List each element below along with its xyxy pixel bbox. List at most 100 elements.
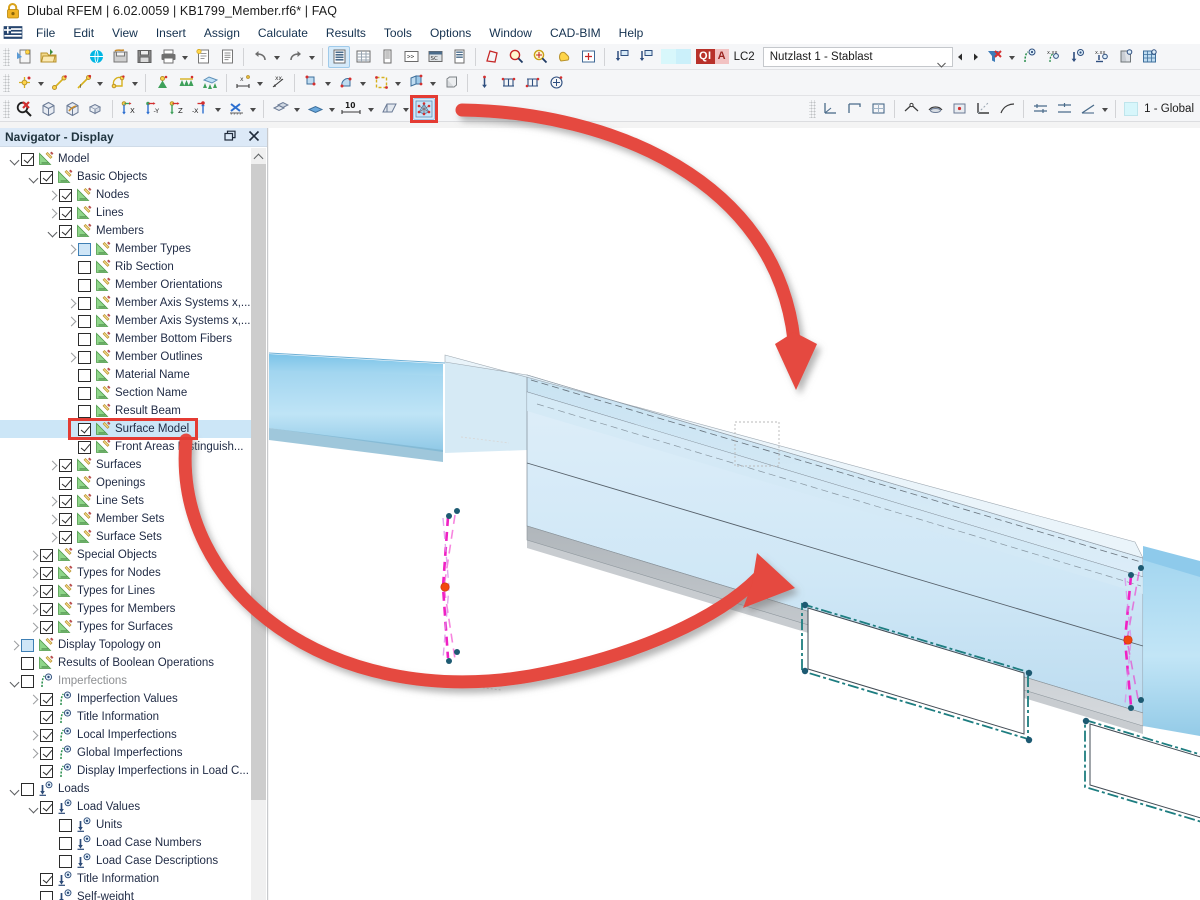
align-angle-button[interactable] — [1077, 98, 1099, 120]
tree-item-checkbox[interactable] — [40, 765, 53, 778]
tree-item-checkbox[interactable] — [78, 405, 91, 418]
load-case-up-button[interactable] — [610, 46, 632, 68]
tree-item-checkbox[interactable] — [21, 675, 34, 688]
tree-item-checkbox[interactable] — [78, 243, 91, 256]
tree-item-checkbox[interactable] — [40, 747, 53, 760]
chevron-down-icon[interactable] — [8, 150, 21, 168]
scroll-up-arrow-icon[interactable] — [251, 148, 266, 164]
menu-view[interactable]: View — [103, 24, 147, 42]
new-model-button[interactable] — [13, 46, 35, 68]
show-loads-button[interactable] — [1067, 46, 1089, 68]
tree-item-checkbox[interactable] — [40, 621, 53, 634]
tree-item-checkbox[interactable] — [78, 279, 91, 292]
filter-dropdown-caret[interactable] — [1007, 46, 1018, 68]
zoom-window-button[interactable] — [505, 46, 527, 68]
insert-node-dropdown[interactable] — [36, 72, 47, 94]
surface-load-dropdown[interactable] — [428, 72, 439, 94]
tree-item-checkbox[interactable] — [78, 297, 91, 310]
printout-report-button[interactable] — [216, 46, 238, 68]
redo-dropdown-caret[interactable] — [307, 46, 318, 68]
tree-item-surface-model[interactable]: Surface Model — [0, 420, 252, 438]
chevron-right-icon[interactable] — [27, 564, 40, 582]
tree-item-member-sets[interactable]: Member Sets — [0, 510, 252, 528]
tree-item-special-objects[interactable]: Special Objects — [0, 546, 252, 564]
chevron-down-icon[interactable] — [27, 168, 40, 186]
snap-grid-button[interactable] — [948, 98, 970, 120]
chevron-right-icon[interactable] — [46, 204, 59, 222]
tree-item-checkbox[interactable] — [59, 225, 72, 238]
menu-help[interactable]: Help — [610, 24, 653, 42]
tree-item-imperfection-values[interactable]: Imperfection Values — [0, 690, 252, 708]
free-load-button[interactable] — [473, 72, 495, 94]
chevron-right-icon[interactable] — [46, 510, 59, 528]
menu-insert[interactable]: Insert — [147, 24, 195, 42]
tree-item-surfaces[interactable]: Surfaces — [0, 456, 252, 474]
tree-item-loads[interactable]: Loads — [0, 780, 252, 798]
open-webservice-button[interactable] — [85, 46, 107, 68]
scrollbar-thumb[interactable] — [251, 164, 266, 800]
show-load-values-button[interactable]: x.xx — [1091, 46, 1113, 68]
tree-item-checkbox[interactable] — [40, 693, 53, 706]
show-surfaces-button[interactable] — [1115, 46, 1137, 68]
tree-item-openings[interactable]: Openings — [0, 474, 252, 492]
menu-options[interactable]: Options — [421, 24, 480, 42]
tree-item-result-beam[interactable]: Result Beam — [0, 402, 252, 420]
solid-view-button[interactable] — [85, 98, 107, 120]
chevron-right-icon[interactable] — [27, 546, 40, 564]
chevron-down-icon[interactable] — [937, 55, 945, 60]
tree-item-basic-objects[interactable]: Basic Objects — [0, 168, 252, 186]
tree-item-results-of-boolean-operations[interactable]: Results of Boolean Operations — [0, 654, 252, 672]
insert-node-button[interactable] — [13, 72, 35, 94]
view-isometric-dropdown[interactable] — [248, 98, 259, 120]
ortho-mode-button[interactable] — [972, 98, 994, 120]
chevron-right-icon[interactable] — [46, 528, 59, 546]
tree-item-checkbox[interactable] — [40, 567, 53, 580]
surface-support-button[interactable] — [199, 72, 221, 94]
tree-item-checkbox[interactable] — [59, 477, 72, 490]
tree-item-display-imperfections-in-load-c[interactable]: Display Imperfections in Load C... — [0, 762, 252, 780]
toolbar-standard[interactable]: >> SC — [0, 44, 1200, 70]
tree-item-load-case-numbers[interactable]: Load Case Numbers — [0, 834, 252, 852]
chevron-right-icon[interactable] — [27, 690, 40, 708]
surface-model-render-button[interactable] — [413, 98, 435, 120]
menu-file[interactable]: File — [27, 24, 64, 42]
tree-item-model[interactable]: Model — [0, 150, 252, 168]
toolbar-grip[interactable] — [3, 100, 10, 118]
tree-item-checkbox[interactable] — [40, 729, 53, 742]
toolbar-grip[interactable] — [809, 100, 816, 118]
redo-button[interactable] — [284, 46, 306, 68]
insert-member-button[interactable]: I — [72, 72, 94, 94]
tree-item-checkbox[interactable] — [59, 513, 72, 526]
tree-item-types-for-lines[interactable]: Types for Lines — [0, 582, 252, 600]
zoom-all-button[interactable] — [529, 46, 551, 68]
toolbar-view-display[interactable]: X -Y Z -X 10 — [0, 96, 1200, 122]
show-grid-button[interactable] — [1139, 46, 1161, 68]
tree-item-checkbox[interactable] — [21, 783, 34, 796]
rfem-logo-button[interactable] — [61, 46, 83, 68]
menu-cad-bim[interactable]: CAD-BIM — [541, 24, 610, 42]
navigator-scrollbar[interactable] — [251, 148, 266, 900]
tree-item-member-types[interactable]: Member Types — [0, 240, 252, 258]
view-direction-dropdown[interactable] — [213, 98, 224, 120]
chevron-right-icon[interactable] — [46, 492, 59, 510]
chevron-right-icon[interactable] — [8, 636, 21, 654]
view-y-button[interactable]: -Y — [142, 98, 164, 120]
chevron-right-icon[interactable] — [27, 600, 40, 618]
tree-item-checkbox[interactable] — [40, 801, 53, 814]
tree-item-checkbox[interactable] — [78, 441, 91, 454]
tree-item-checkbox[interactable] — [40, 603, 53, 616]
deselect-all-button[interactable] — [13, 98, 35, 120]
menu-edit[interactable]: Edit — [64, 24, 103, 42]
surface-load-button[interactable] — [405, 72, 427, 94]
coordinate-system-button[interactable] — [819, 98, 841, 120]
dimension-xx-button[interactable]: xx — [267, 72, 289, 94]
zoom-fit-button[interactable] — [577, 46, 599, 68]
display-layers-button[interactable] — [269, 98, 291, 120]
tree-item-surface-sets[interactable]: Surface Sets — [0, 528, 252, 546]
view-negative-x-button[interactable]: -X — [190, 98, 212, 120]
chevron-down-icon[interactable] — [27, 798, 40, 816]
tree-item-checkbox[interactable] — [21, 639, 34, 652]
new-report-button[interactable] — [192, 46, 214, 68]
menu-bar[interactable]: File Edit View Insert Assign Calculate R… — [0, 22, 1200, 44]
tree-item-member-outlines[interactable]: Member Outlines — [0, 348, 252, 366]
